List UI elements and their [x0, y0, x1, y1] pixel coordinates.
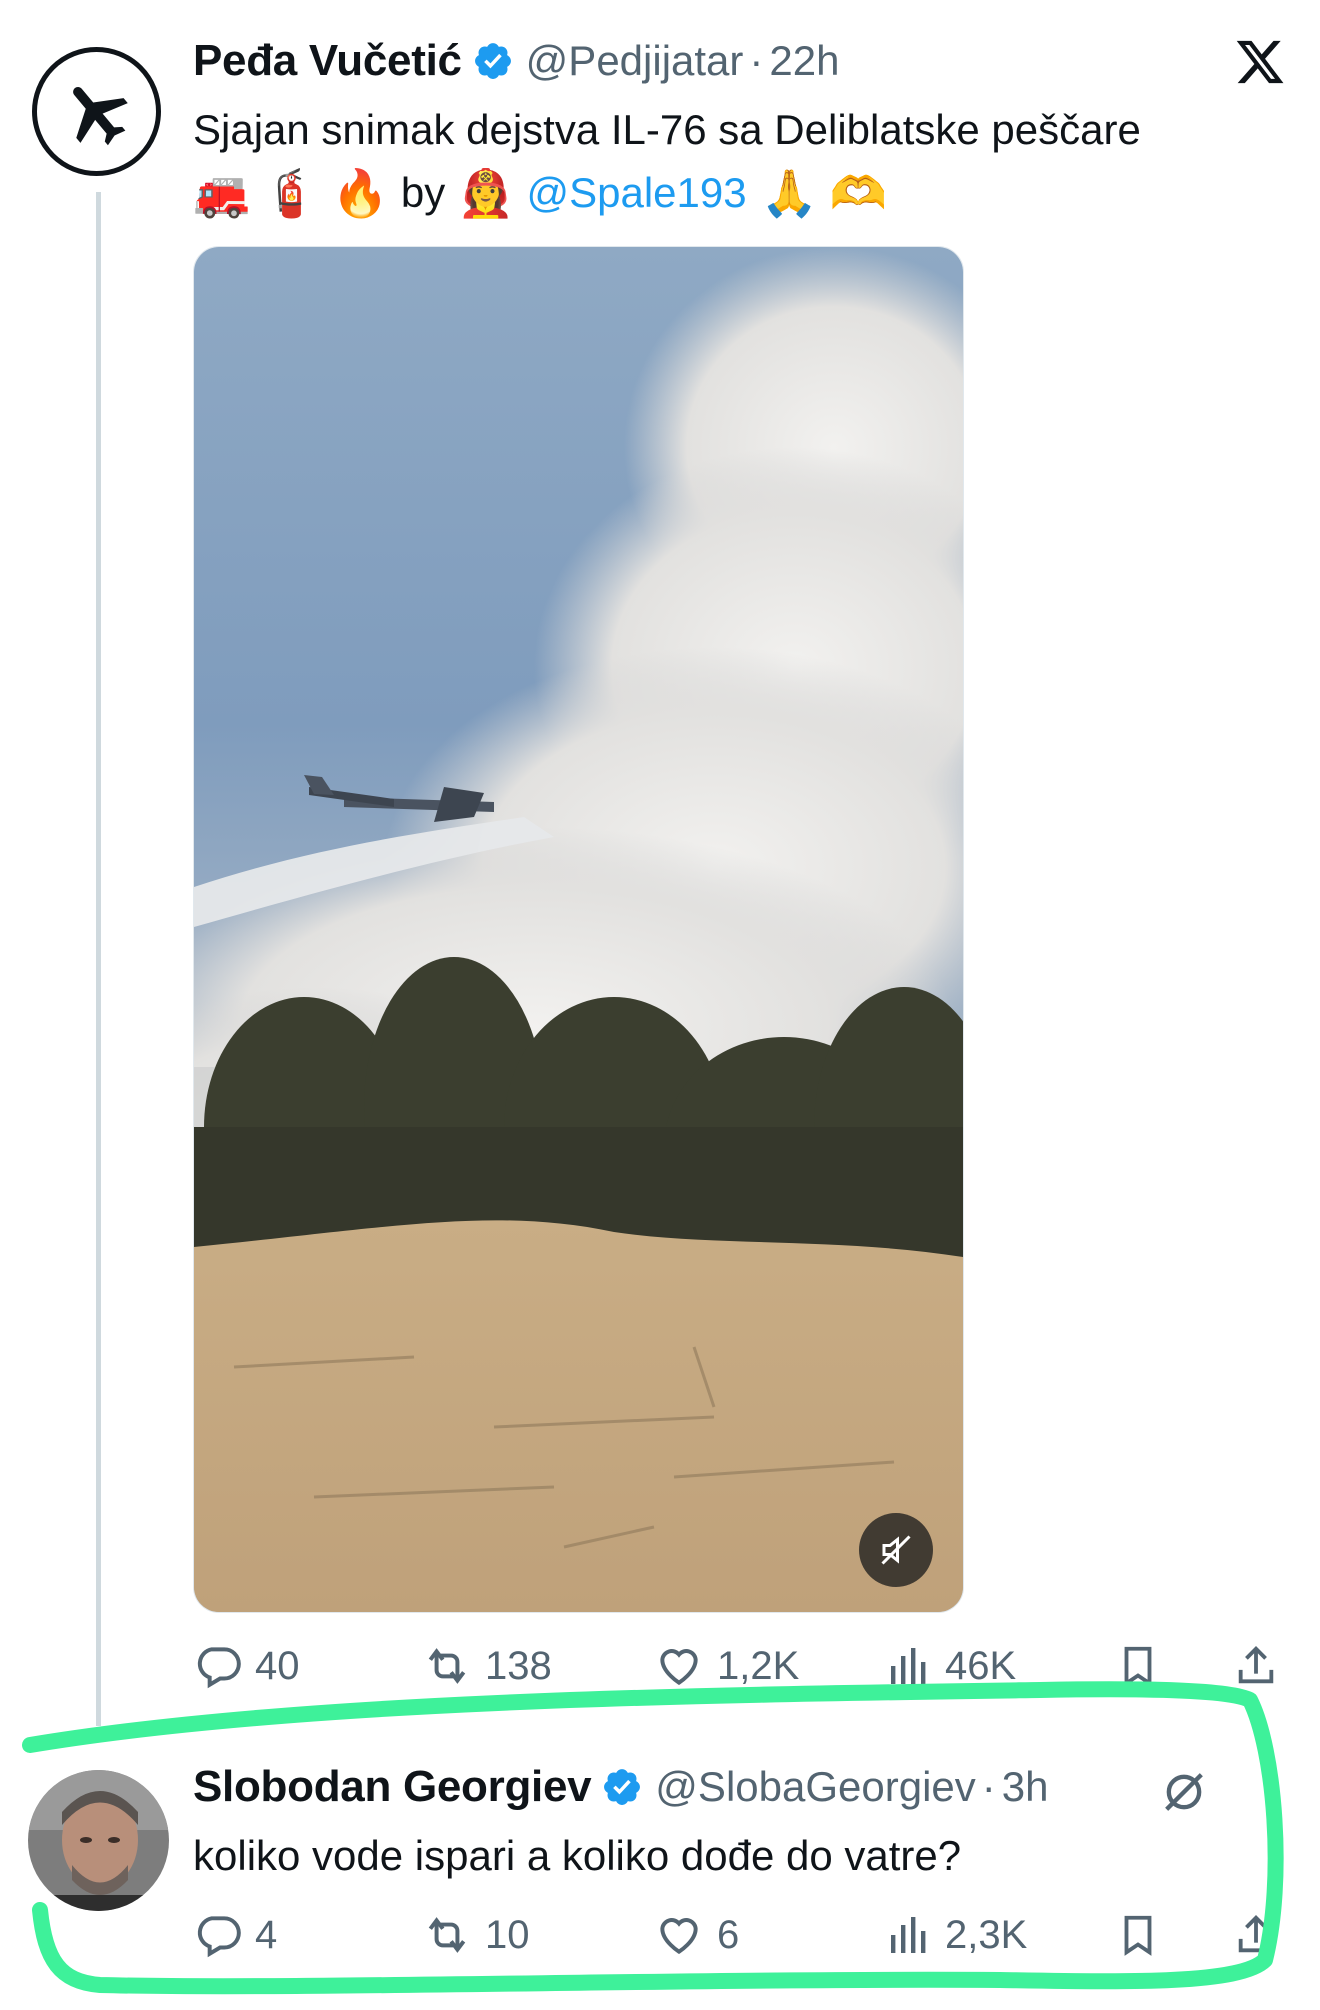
tweet-text-line-2: 🚒 🧯 🔥 by 👩‍🚒 @Spale193 🙏 🫶 [193, 160, 899, 226]
author-handle[interactable]: @SlobaGeorgiev [655, 1763, 975, 1811]
video-frame-image [194, 247, 963, 1612]
reply-count: 4 [255, 1912, 278, 1957]
like-count: 6 [717, 1912, 740, 1957]
tweet-actions: 40 138 1,2K 46K [193, 1636, 1274, 1696]
speaker-muted-icon [881, 1535, 911, 1565]
reply-count: 40 [255, 1643, 300, 1688]
repost-count: 138 [485, 1643, 552, 1688]
profile-photo [28, 1770, 169, 1911]
tweet-time[interactable]: 22h [769, 37, 839, 85]
heart-icon [660, 1918, 698, 1955]
share-button[interactable] [1233, 1636, 1291, 1696]
repost-icon [428, 1648, 466, 1684]
fire-engine-emoji: 🚒 [193, 167, 251, 219]
mute-button[interactable] [859, 1513, 933, 1587]
reply-button[interactable]: 4 [193, 1905, 277, 1965]
reply-icon [197, 1647, 241, 1689]
author-handle[interactable]: @Pedjijatar [526, 37, 744, 85]
like-button[interactable]: 6 [653, 1905, 739, 1965]
repost-button[interactable]: 10 [421, 1905, 530, 1965]
airplane-icon [72, 86, 128, 145]
verified-badge-icon [601, 1766, 643, 1808]
views-count: 2,3K [945, 1912, 1028, 1957]
heart-icon [660, 1649, 698, 1686]
repost-icon [428, 1917, 466, 1953]
views-button[interactable]: 46K [885, 1636, 1016, 1696]
like-count: 1,2K [717, 1643, 800, 1688]
tweet-actions: 4 10 6 2,3K [193, 1905, 1274, 1965]
heart-hands-emoji: 🫶 [829, 167, 888, 219]
bookmark-button[interactable] [1115, 1905, 1173, 1965]
views-bar-chart-icon [891, 1648, 926, 1684]
repost-button[interactable]: 138 [421, 1636, 552, 1696]
grok-icon[interactable] [1158, 1766, 1210, 1818]
separator-dot: · [981, 1763, 996, 1810]
views-bar-chart-icon [891, 1917, 926, 1953]
like-button[interactable]: 1,2K [653, 1636, 799, 1696]
bookmark-button[interactable] [1115, 1636, 1173, 1696]
reply-icon [197, 1916, 241, 1958]
repost-count: 10 [485, 1912, 530, 1957]
views-button[interactable]: 2,3K [885, 1905, 1027, 1965]
tweet-header: Peđa Vučetić @Pedjijatar · 22h [193, 32, 839, 90]
author-name[interactable]: Slobodan Georgiev [193, 1762, 592, 1812]
separator-dot: · [749, 37, 764, 84]
tweet-time[interactable]: 3h [1002, 1763, 1049, 1811]
avatar[interactable] [28, 1770, 169, 1911]
firefighter-emoji: 👩‍🚒 [457, 167, 515, 219]
verified-badge-icon [472, 40, 514, 82]
tweet-header: Slobodan Georgiev @SlobaGeorgiev · 3h [193, 1758, 1049, 1816]
views-count: 46K [945, 1643, 1017, 1688]
x-logo-icon [1236, 40, 1284, 84]
share-icon [1238, 1646, 1274, 1684]
reply-button[interactable]: 40 [193, 1636, 300, 1696]
tweet-video[interactable] [193, 246, 964, 1613]
mention-link[interactable]: @Spale193 [526, 169, 746, 217]
fire-emoji: 🔥 [331, 167, 389, 219]
tweet-text: Sjajan snimak dejstva IL-76 sa Deliblats… [193, 106, 1141, 153]
share-icon [1238, 1915, 1274, 1953]
fire-extinguisher-emoji: 🧯 [262, 167, 320, 219]
by-text: by [400, 169, 446, 216]
thread-connector-line [96, 192, 101, 1726]
avatar[interactable] [32, 47, 161, 176]
bookmark-icon [1124, 1646, 1152, 1687]
folded-hands-emoji: 🙏 [760, 167, 818, 219]
tweet-text: koliko vode ispari a koliko dođe do vatr… [193, 1832, 962, 1879]
share-button[interactable] [1233, 1905, 1291, 1965]
bookmark-icon [1124, 1915, 1152, 1956]
author-name[interactable]: Peđa Vučetić [193, 36, 462, 86]
